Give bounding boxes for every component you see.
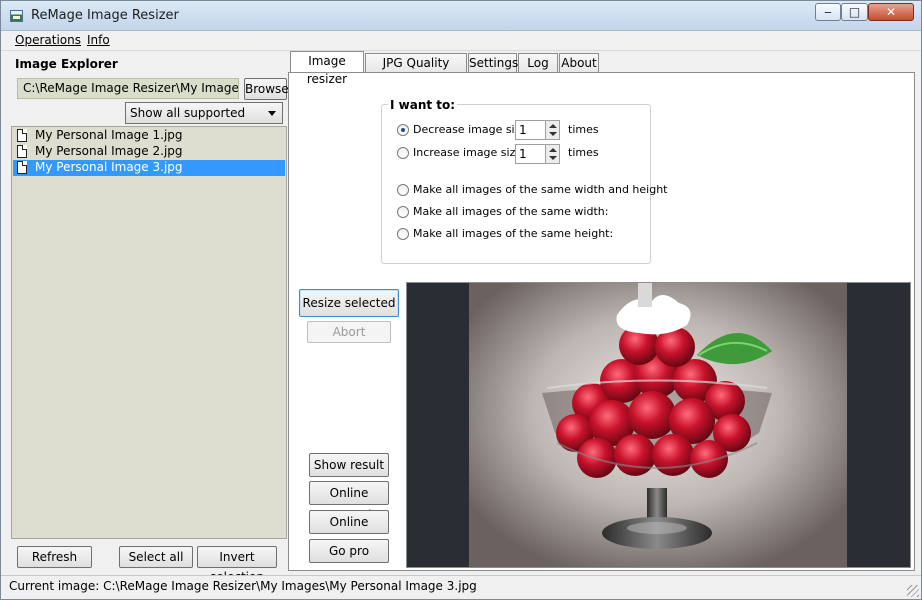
group-title: I want to:: [388, 98, 458, 112]
file-list[interactable]: My Personal Image 1.jpg My Personal Imag…: [11, 126, 287, 539]
arrow-down-icon: [549, 132, 557, 136]
chevron-down-icon: [268, 111, 276, 116]
refresh-button[interactable]: Refresh: [17, 546, 92, 568]
increase-radio[interactable]: [397, 147, 409, 159]
resize-options-group: I want to: Decrease image size 1 times I…: [381, 98, 667, 264]
select-all-button[interactable]: Select all: [119, 546, 193, 568]
file-filter-dropdown[interactable]: Show all supported pictures: [125, 102, 283, 140]
decrease-unit: times: [568, 123, 599, 136]
tabs-area: Image resizer JPG Quality advisor Settin…: [288, 51, 915, 571]
file-name: My Personal Image 2.jpg: [35, 144, 183, 158]
online-support-button[interactable]: Online support: [309, 510, 389, 551]
image-resizer-panel: I want to: Decrease image size 1 times I…: [288, 72, 915, 571]
folder-path-field[interactable]: C:\ReMage Image Resizer\My Images\: [17, 78, 239, 99]
image-preview: [406, 282, 911, 568]
increase-label: Increase image size: [413, 146, 523, 159]
decrease-stepper[interactable]: 1: [515, 120, 560, 140]
file-icon: [17, 129, 27, 142]
tab-jpg-quality-advisor[interactable]: JPG Quality advisor: [365, 53, 467, 88]
arrow-up-icon: [549, 124, 557, 128]
stepper-buttons[interactable]: [545, 145, 559, 163]
show-result-button[interactable]: Show result: [309, 453, 389, 477]
close-button[interactable]: ✕: [868, 3, 914, 21]
decrease-radio[interactable]: [397, 124, 409, 136]
tab-image-resizer[interactable]: Image resizer: [290, 51, 364, 86]
same-width-height-label: Make all images of the same width and he…: [413, 183, 668, 196]
title-bar: ReMage Image Resizer ‒ □ ✕: [1, 1, 921, 31]
tab-about[interactable]: About: [559, 53, 599, 72]
file-name: My Personal Image 3.jpg: [35, 160, 183, 174]
file-name: My Personal Image 1.jpg: [35, 128, 183, 142]
increase-value: 1: [519, 147, 527, 161]
maximize-button[interactable]: □: [841, 3, 868, 21]
file-icon: [17, 145, 27, 158]
menu-operations[interactable]: Operations: [15, 33, 81, 47]
file-list-item-selected[interactable]: My Personal Image 3.jpg: [13, 160, 285, 176]
status-bar: Current image: C:\ReMage Image Resizer\M…: [1, 575, 921, 599]
menu-info[interactable]: Info: [87, 33, 110, 47]
raspberry-dessert-image: [407, 283, 910, 567]
current-image-status: Current image: C:\ReMage Image Resizer\M…: [9, 579, 477, 593]
tab-log[interactable]: Log: [518, 53, 558, 72]
arrow-down-icon: [549, 156, 557, 160]
app-window: ReMage Image Resizer ‒ □ ✕ Operations In…: [0, 0, 922, 600]
stepper-buttons[interactable]: [545, 121, 559, 139]
online-manual-button[interactable]: Online manual: [309, 481, 389, 522]
abort-button[interactable]: Abort: [307, 321, 391, 343]
tab-settings[interactable]: Settings: [468, 53, 518, 72]
same-height-radio[interactable]: [397, 228, 409, 240]
explorer-title: Image Explorer: [15, 57, 118, 71]
file-list-item[interactable]: My Personal Image 2.jpg: [13, 144, 285, 160]
increase-stepper[interactable]: 1: [515, 144, 560, 164]
resize-grip-icon[interactable]: [907, 585, 919, 597]
same-width-radio[interactable]: [397, 206, 409, 218]
go-pro-button[interactable]: Go pro: [309, 539, 389, 563]
app-icon: [10, 10, 23, 22]
file-icon: [17, 161, 27, 174]
decrease-label: Decrease image size: [413, 123, 528, 136]
same-width-height-radio[interactable]: [397, 184, 409, 196]
image-explorer-panel: Image Explorer C:\ReMage Image Resizer\M…: [9, 53, 289, 584]
browse-button[interactable]: Browse: [244, 78, 289, 100]
increase-unit: times: [568, 146, 599, 159]
same-width-label: Make all images of the same width:: [413, 205, 609, 218]
menu-bar: Operations Info: [1, 31, 921, 51]
file-list-item[interactable]: My Personal Image 1.jpg: [13, 128, 285, 144]
minimize-button[interactable]: ‒: [815, 3, 841, 21]
resize-selected-button[interactable]: Resize selected: [299, 289, 399, 317]
window-title: ReMage Image Resizer: [31, 8, 179, 23]
decrease-value: 1: [519, 123, 527, 137]
arrow-up-icon: [549, 148, 557, 152]
invert-selection-button[interactable]: Invert selection: [197, 546, 277, 584]
same-height-label: Make all images of the same height:: [413, 227, 614, 240]
